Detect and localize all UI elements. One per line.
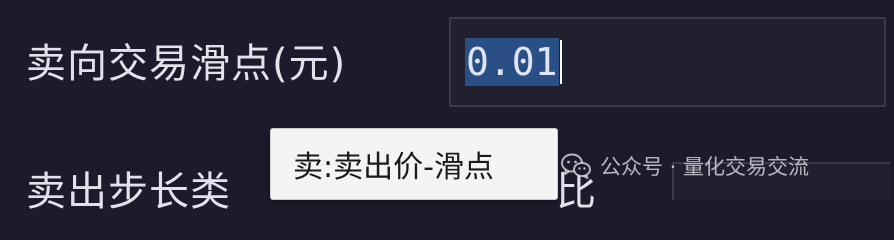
watermark: 公众号 · 量化交易交流 [560, 148, 809, 184]
sell-slippage-value[interactable]: 0.01 [465, 38, 559, 86]
wechat-icon [561, 153, 591, 179]
watermark-text: 公众号 · 量化交易交流 [600, 155, 810, 179]
sell-slippage-input-content[interactable]: 0.01 [465, 38, 562, 86]
tooltip-text: 卖:卖出价-滑点 [293, 150, 494, 185]
tooltip: 卖:卖出价-滑点 [270, 128, 558, 200]
sell-slippage-label: 卖向交易滑点(元) [26, 41, 347, 87]
sell-step-label: 卖出步长类 [26, 169, 231, 215]
text-caret [559, 40, 562, 84]
sell-slippage-input[interactable]: 0.01 [449, 17, 886, 107]
